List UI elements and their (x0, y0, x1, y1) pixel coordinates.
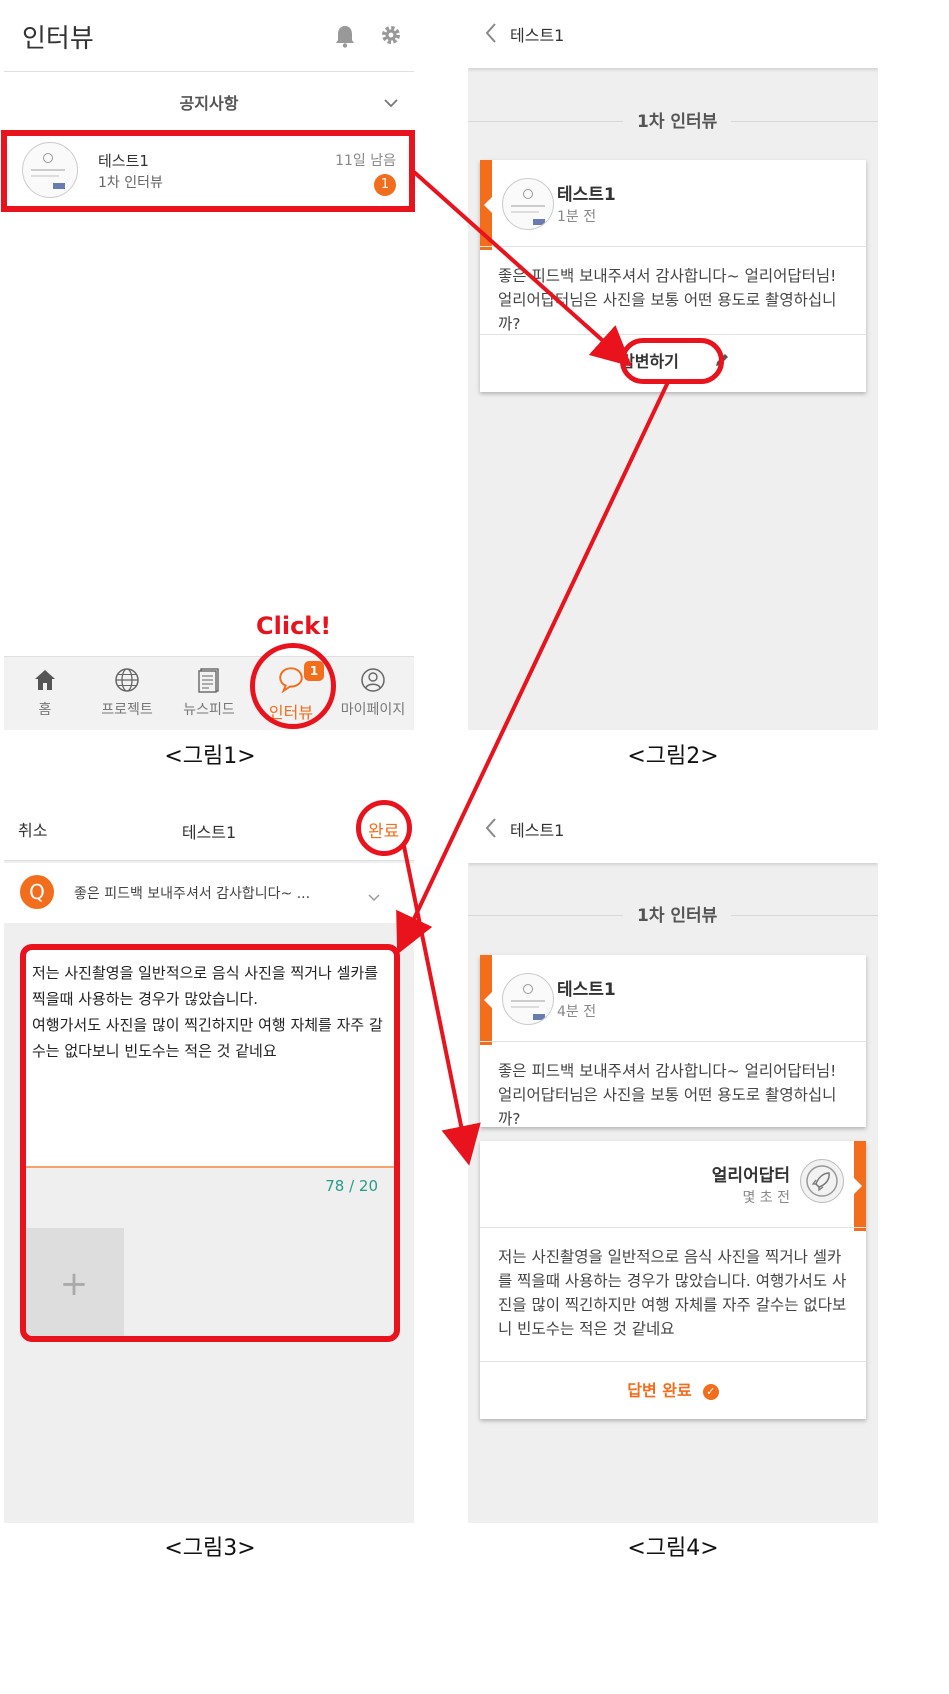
question-author: 테스트1 (557, 980, 616, 1000)
card-divider (480, 1361, 866, 1362)
nav-label-project: 프로젝트 (101, 702, 153, 718)
nav-home[interactable]: 홈 (4, 667, 86, 719)
card-divider (480, 1227, 866, 1228)
nav-label-home: 홈 (38, 702, 52, 718)
screen3-header: 취소 테스트1 완료 (4, 795, 414, 861)
screen2-header: 테스트1 (468, 0, 878, 68)
header-title: 테스트1 (510, 26, 565, 45)
caption-3: <그림3> (164, 1536, 256, 1561)
card-divider (480, 246, 866, 247)
section-title: 1차 인터뷰 (623, 107, 732, 132)
newsfeed-icon (198, 668, 219, 693)
check-circle-icon: ✓ (702, 1384, 719, 1400)
card-tab (853, 1141, 866, 1231)
gear-icon[interactable] (380, 24, 402, 46)
card-tab (480, 955, 493, 1045)
caption-1: <그림1> (164, 744, 256, 769)
chevron-down-icon[interactable] (384, 93, 398, 108)
highlight-circle-interview-tab (250, 643, 336, 729)
card-divider (480, 1041, 866, 1042)
header-title: 테스트1 (510, 821, 565, 840)
screen4-header: 테스트1 (468, 795, 878, 863)
nav-mypage[interactable]: 마이페이지 (332, 667, 414, 719)
nav-project[interactable]: 프로젝트 (86, 667, 168, 719)
highlight-circle-done-button (356, 800, 412, 856)
avatar (502, 178, 554, 230)
nav-label-newsfeed: 뉴스피드 (183, 702, 235, 718)
bell-icon[interactable] (334, 24, 356, 48)
notice-bar[interactable]: 공지사항 (4, 73, 414, 129)
card-divider (480, 334, 866, 335)
question-badge: Q (20, 875, 54, 909)
caption-2: <그림2> (627, 744, 719, 769)
avatar (502, 973, 554, 1025)
screen3-title: 테스트1 (181, 823, 237, 842)
answer-card: 얼리어답터 몇 초 전 저는 사진촬영을 일반적으로 음식 사진을 찍거나 셀카… (480, 1141, 866, 1419)
screen4-panel: 테스트1 1차 인터뷰 테스트1 4분 전 좋은 피드백 보내주셔서 감사합니다… (468, 795, 878, 1523)
question-text: 좋은 피드백 보내주셔서 감사합니다~ 얼리어답터님! 얼리어답터님은 사진을 … (498, 267, 837, 333)
answer-author: 얼리어답터 (711, 1166, 790, 1186)
answer-status: 답변 완료 ✓ (480, 1377, 866, 1401)
click-annotation: Click! (256, 612, 332, 640)
card-tab (480, 160, 493, 250)
answer-text: 저는 사진촬영을 일반적으로 음식 사진을 찍거나 셀카를 찍을때 사용하는 경… (498, 1248, 847, 1338)
profile-icon (361, 668, 385, 692)
chevron-down-icon[interactable] (368, 887, 380, 902)
notice-label: 공지사항 (179, 94, 239, 113)
question-preview-text: 좋은 피드백 보내주셔서 감사합니다~ ... (74, 886, 311, 902)
question-card: 테스트1 4분 전 좋은 피드백 보내주셔서 감사합니다~ 얼리어답터님! 얼리… (480, 955, 866, 1128)
highlight-box-list-item (1, 130, 415, 212)
question-text: 좋은 피드백 보내주셔서 감사합니다~ 얼리어답터님! 얼리어답터님은 사진을 … (498, 1062, 837, 1128)
answer-time: 몇 초 전 (742, 1190, 790, 1206)
nav-newsfeed[interactable]: 뉴스피드 (168, 667, 250, 719)
answer-status-label: 답변 완료 (627, 1381, 692, 1400)
back-arrow-icon[interactable] (484, 22, 498, 44)
highlight-box-answer-area (20, 944, 400, 1342)
screen1-header: 인터뷰 (4, 0, 414, 72)
section-title: 1차 인터뷰 (623, 901, 732, 926)
globe-icon (115, 668, 139, 692)
page-title: 인터뷰 (22, 24, 94, 54)
question-author: 테스트1 (557, 185, 616, 205)
question-time: 4분 전 (557, 1004, 597, 1020)
question-preview-bar[interactable]: Q 좋은 피드백 보내주셔서 감사합니다~ ... (4, 863, 414, 923)
home-icon (35, 670, 55, 690)
question-time: 1분 전 (557, 209, 597, 225)
highlight-circle-answer-button (620, 338, 724, 384)
nav-label-mypage: 마이페이지 (340, 702, 406, 718)
back-arrow-icon[interactable] (484, 817, 498, 839)
rocket-icon (800, 1159, 844, 1203)
caption-4: <그림4> (627, 1536, 719, 1561)
screen1-panel: 인터뷰 공지사항 테스트1 1차 인터뷰 11일 남음 1 홈 프로젝트 뉴스피… (4, 0, 414, 730)
bottom-nav: 홈 프로젝트 뉴스피드 인터뷰 1 마이페이지 (4, 656, 414, 730)
